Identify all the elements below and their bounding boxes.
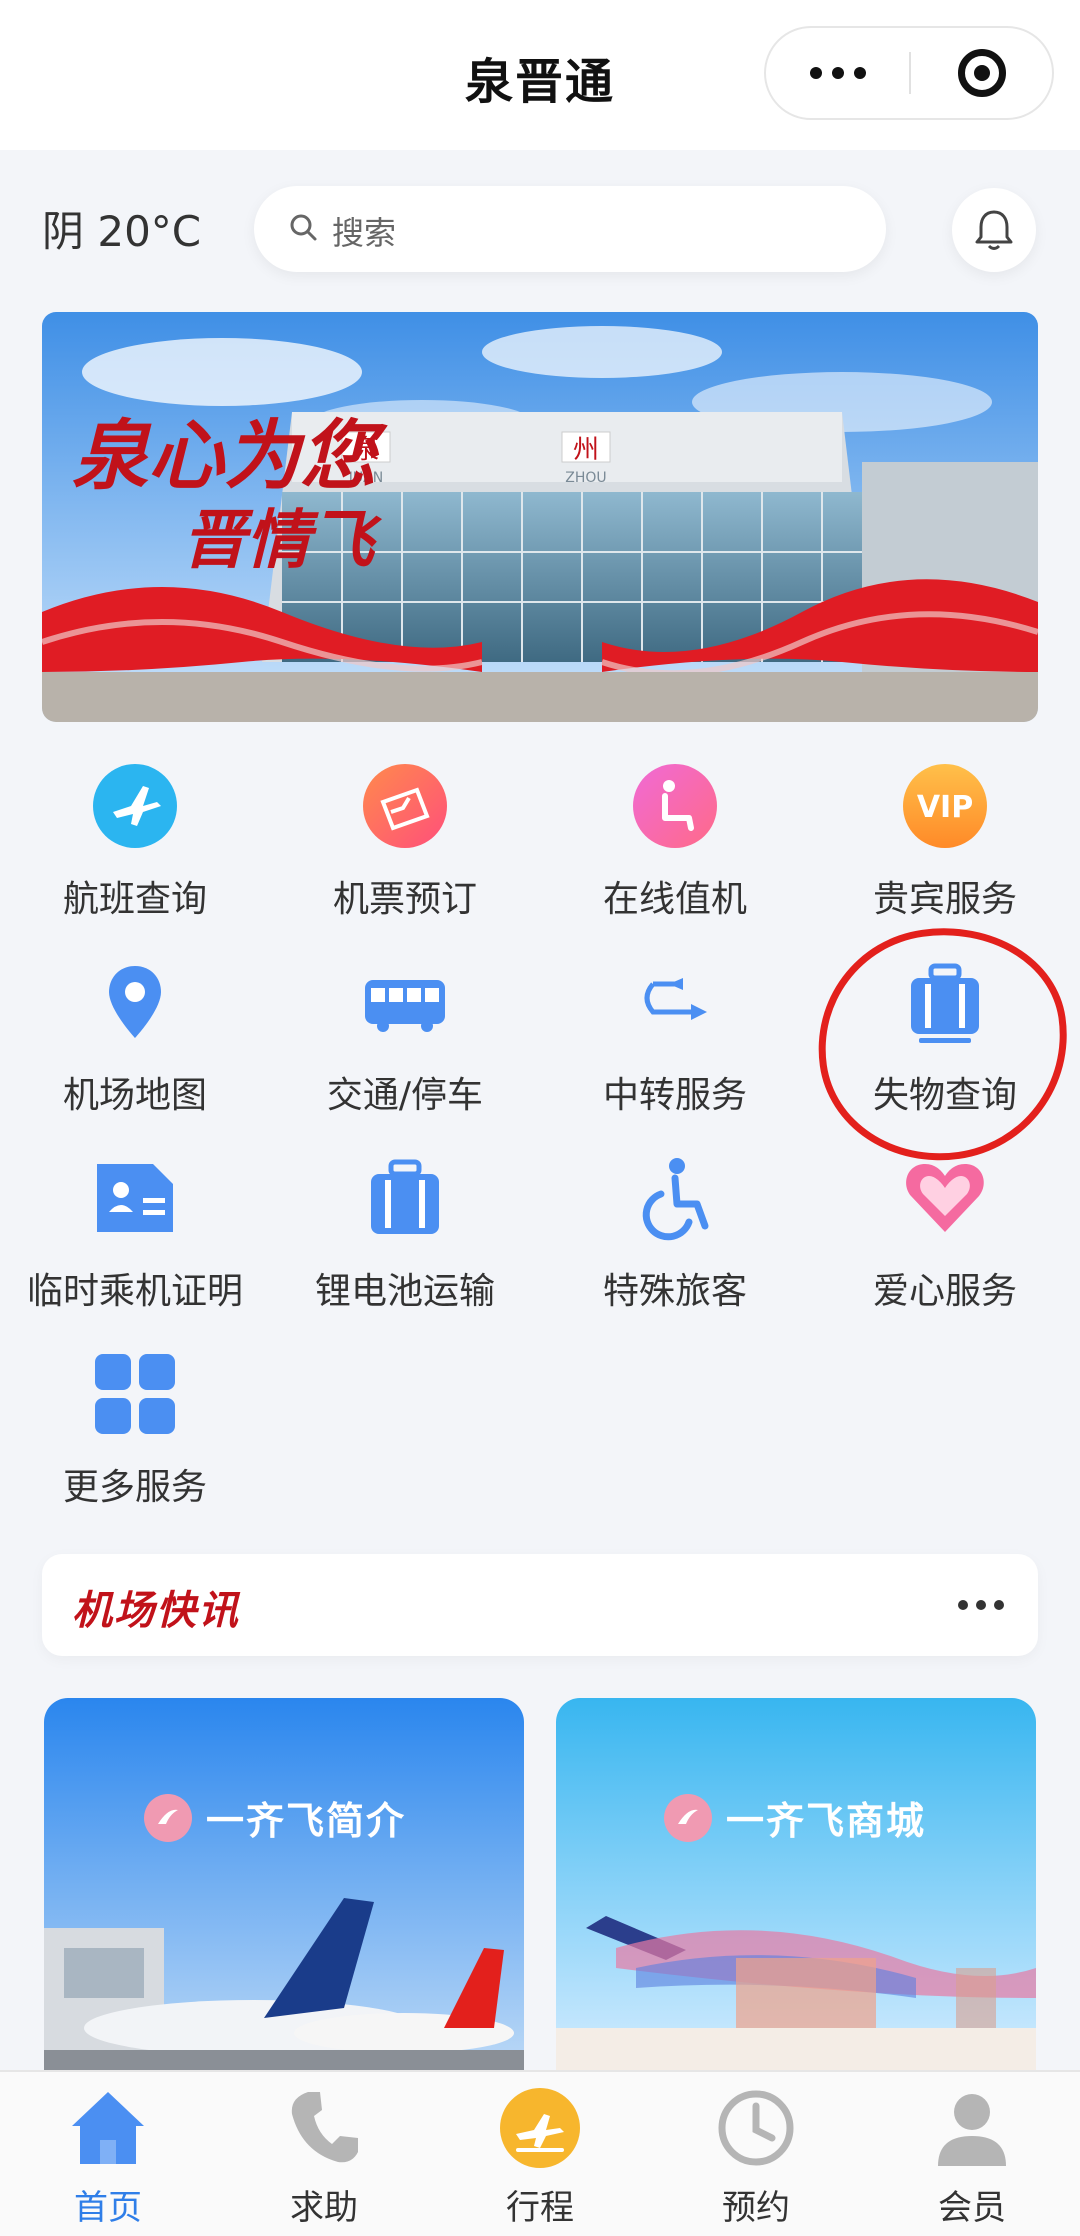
hero-banner[interactable]: 泉 州 JUAN ZHOU 泉心为您 晋情飞 [42,312,1038,722]
seat-icon [633,764,717,848]
news-title: 机场快讯 [72,1588,240,1634]
dot [831,67,844,79]
id-card-icon [97,1164,173,1232]
dot [958,1600,968,1610]
notification-button[interactable] [952,188,1036,272]
bottom-tab-bar: 首页 求助 行程 预约 会员 [0,2070,1080,2236]
service-label: 锂电池运输 [314,1271,495,1312]
service-flight-query[interactable]: 航班查询 [0,742,270,938]
promo-card-mall[interactable]: 一齐飞商城 [556,1698,1036,2070]
service-label: 更多服务 [62,1467,207,1508]
home-icon [72,2092,144,2164]
search-icon [290,214,317,241]
service-care[interactable]: 爱心服务 [810,1134,1080,1330]
service-online-checkin[interactable]: 在线值机 [540,742,810,938]
weather-label: 阴 20°C [42,207,202,256]
sign-zhou: 州 [573,435,599,465]
sign-en-right: ZHOU [565,470,606,486]
tab-reservation[interactable]: 预约 [648,2072,864,2236]
tab-help[interactable]: 求助 [216,2072,432,2236]
promo-title: 一齐飞简介 [206,1799,407,1843]
tab-label: 预约 [722,2188,790,2228]
plane-icon [93,764,177,848]
service-more[interactable]: 更多服务 [0,1330,270,1526]
service-vip[interactable]: VIP 贵宾服务 [810,742,1080,938]
vip-icon: VIP [903,764,987,848]
service-label: 贵宾服务 [872,879,1017,920]
flight-icon [500,2088,580,2168]
target-icon [957,49,1006,97]
service-transfer[interactable]: 中转服务 [540,938,810,1134]
heart-icon [906,1164,984,1232]
promo-badge: 一齐飞商城 [664,1790,926,1845]
transfer-icon [644,978,707,1020]
battery-case-icon [371,1159,439,1234]
service-transport-parking[interactable]: 交通/停车 [270,938,540,1134]
phone-icon [291,2092,358,2163]
dot [853,67,866,79]
tab-label: 求助 [290,2188,358,2228]
close-mini-program-button[interactable] [911,28,1052,118]
more-options-button[interactable] [766,28,909,118]
yiqifei-logo-icon [664,1793,712,1842]
search-placeholder: 搜索 [332,214,397,252]
bell-icon [975,210,1013,250]
service-ticket-booking[interactable]: 机票预订 [270,742,540,938]
navigation-bar: 泉晋通 [0,0,1080,150]
dot [994,1600,1004,1610]
service-label: 临时乘机证明 [26,1271,243,1312]
ticket-icon [363,764,447,848]
mini-program-capsule [764,26,1054,120]
news-more-button[interactable] [958,1600,1004,1610]
service-label: 交通/停车 [326,1075,484,1116]
service-temp-boarding-certificate[interactable]: 临时乘机证明 [0,1134,270,1330]
map-pin-icon [109,966,161,1038]
clock-icon [718,2090,794,2166]
bus-icon [365,980,445,1032]
service-label: 特殊旅客 [602,1271,747,1312]
service-label: 机场地图 [62,1075,207,1116]
banner-slogan-line1: 泉心为您 [72,411,388,500]
user-icon [938,2094,1006,2166]
tab-label: 行程 [506,2188,574,2228]
dot [809,67,822,79]
service-label: 爱心服务 [872,1271,1017,1312]
service-airport-map[interactable]: 机场地图 [0,938,270,1134]
service-label: 机票预订 [332,879,477,920]
promo-card-intro[interactable]: 一齐飞简介 [44,1698,524,2070]
service-lithium-battery[interactable]: 锂电池运输 [270,1134,540,1330]
tab-label: 首页 [74,2188,142,2228]
tab-label: 会员 [938,2188,1006,2228]
vip-icon-text: VIP [917,790,973,825]
service-label: 在线值机 [602,879,747,920]
tab-home[interactable]: 首页 [0,2072,216,2236]
search-input[interactable]: 搜索 [254,186,886,272]
service-special-passenger[interactable]: 特殊旅客 [540,1134,810,1330]
service-label: 航班查询 [62,879,207,920]
airport-news-header: 机场快讯 [42,1554,1038,1656]
promo-badge: 一齐飞简介 [144,1790,406,1845]
service-label: 中转服务 [602,1075,747,1116]
yiqifei-logo-icon [144,1793,192,1842]
dot [976,1600,986,1610]
banner-slogan-line2: 晋情飞 [182,503,383,578]
tab-member[interactable]: 会员 [864,2072,1080,2236]
promo-title: 一齐飞商城 [726,1799,927,1843]
grid-icon [95,1354,175,1434]
tab-itinerary[interactable]: 行程 [432,2072,648,2236]
wheelchair-icon [642,1158,709,1241]
